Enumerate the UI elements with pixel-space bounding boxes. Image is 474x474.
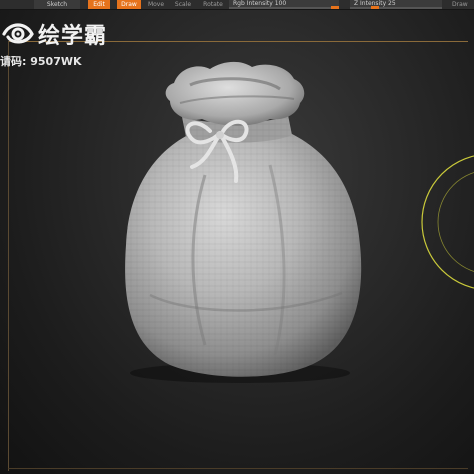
eye-swirl-icon [2, 23, 34, 44]
document-frame-left [8, 41, 9, 471]
rgb-intensity-slider[interactable]: Rgb Intensity 100 [229, 0, 339, 9]
rgb-intensity-knob[interactable] [331, 6, 339, 9]
code-label: 请码: 9507WK [0, 55, 82, 68]
top-toolbar: Sketch Edit Draw Move Scale Rotate Rgb I… [0, 0, 474, 10]
brand-text: 绘学霸 [38, 24, 108, 49]
rotate-button[interactable]: Rotate [201, 0, 225, 9]
draw-mode-button[interactable]: Draw [452, 0, 474, 9]
move-button[interactable]: Move [146, 0, 166, 9]
document-frame-bottom [8, 468, 468, 469]
z-intensity-knob[interactable] [371, 6, 379, 9]
edit-button[interactable]: Edit [88, 0, 110, 9]
sketch-button[interactable]: Sketch [34, 0, 80, 9]
watermark-logo: 绘学霸 [2, 18, 107, 50]
sack-top-ruffle [165, 61, 305, 126]
rgb-intensity-label: Rgb Intensity 100 [233, 0, 287, 7]
scale-button[interactable]: Scale [173, 0, 193, 9]
draw-button[interactable]: Draw [117, 0, 141, 9]
rgb-intensity-track [229, 7, 339, 9]
sack-model[interactable] [110, 55, 370, 385]
z-intensity-slider[interactable]: Z Intensity 25 [350, 0, 442, 9]
z-intensity-track [350, 7, 442, 9]
transpose-gizmo-icon[interactable] [418, 150, 474, 295]
